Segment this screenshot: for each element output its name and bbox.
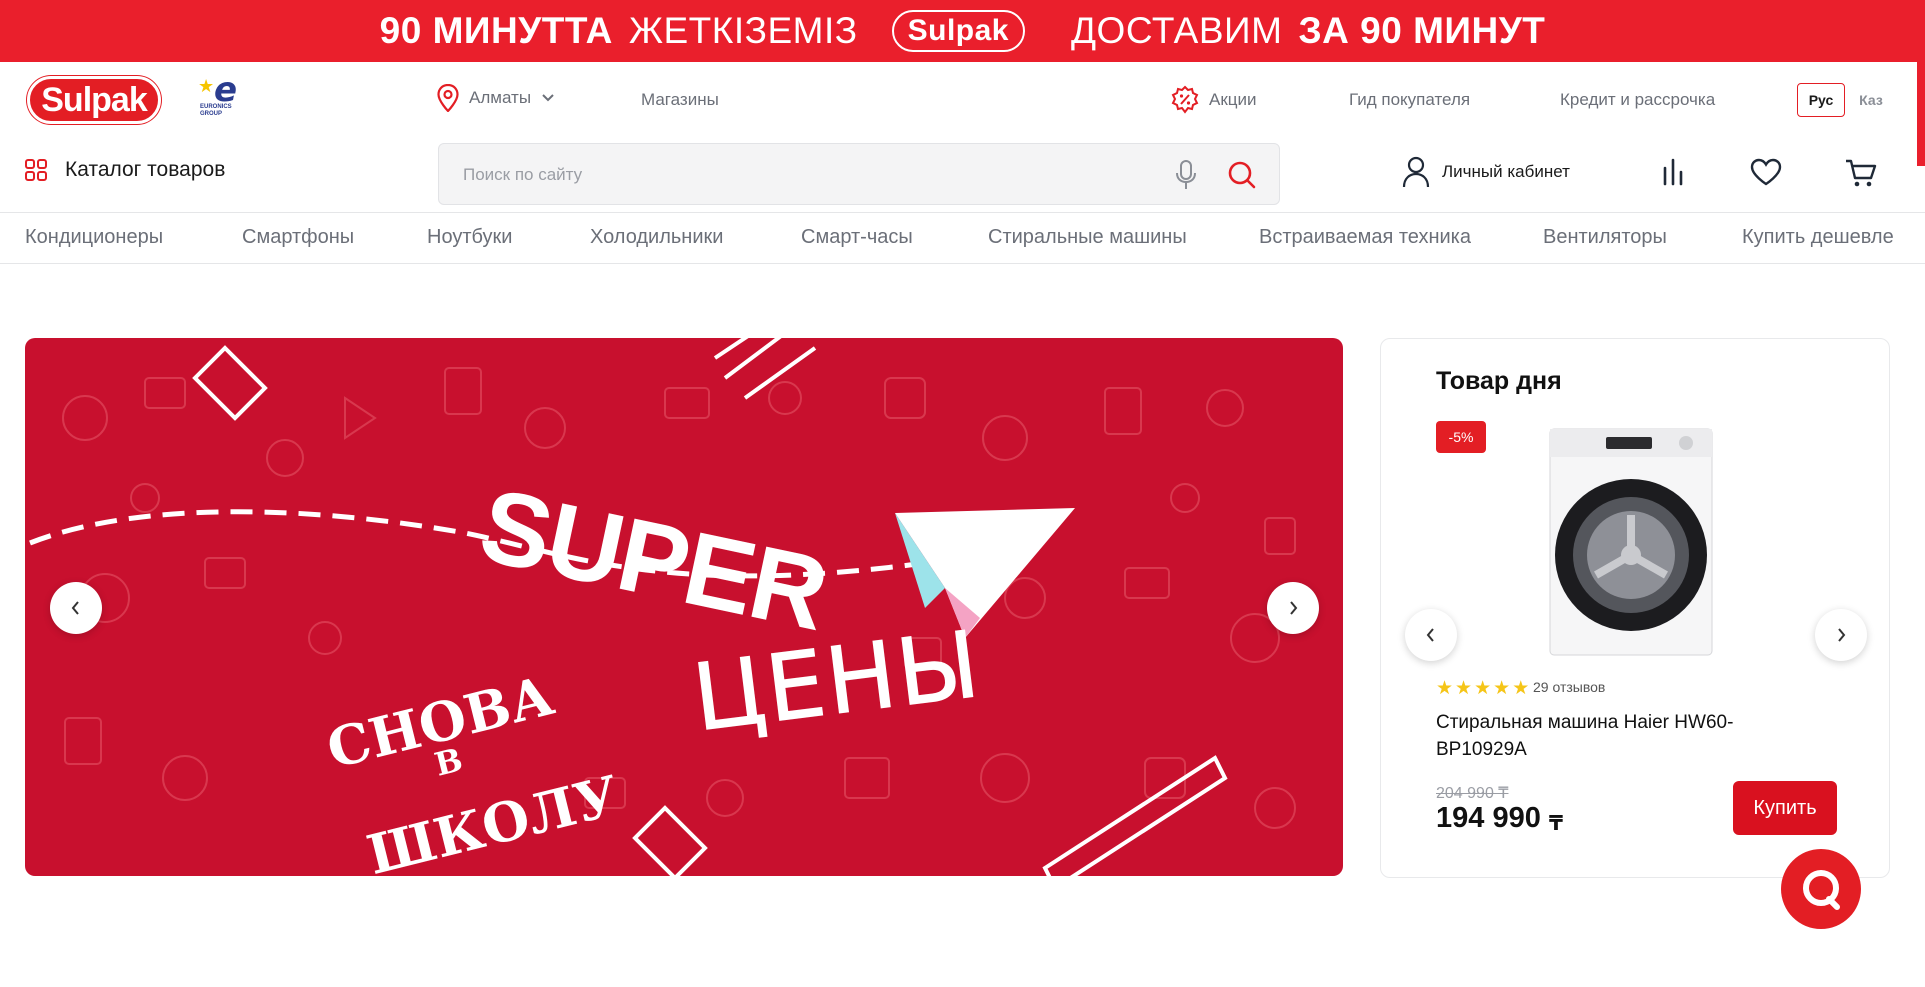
hero-next-button[interactable] — [1267, 582, 1319, 634]
promo-text-1: 90 МИНУТТА — [379, 10, 613, 51]
category-nav: Кондиционеры Смартфоны Ноутбуки Холодиль… — [0, 212, 1925, 264]
catalog-button[interactable]: Каталог товаров — [25, 158, 225, 182]
buyer-guide-link[interactable]: Гид покупателя — [1349, 90, 1470, 110]
heart-icon[interactable] — [1750, 158, 1782, 186]
category-link[interactable]: Холодильники — [590, 226, 723, 249]
sulpak-logo[interactable]: Sulpak — [27, 76, 161, 124]
current-price: 194 990 — [1436, 802, 1541, 834]
chevron-down-icon — [542, 94, 554, 102]
compare-icon[interactable] — [1660, 158, 1686, 186]
search-bar — [438, 143, 1280, 205]
user-icon — [1402, 156, 1430, 188]
reviews-link[interactable]: 29 отзывов — [1533, 679, 1605, 695]
euronics-label: EURONICS GROUP — [200, 104, 232, 117]
lang-kz-button[interactable]: Каз — [1853, 83, 1889, 117]
grid-icon — [25, 159, 47, 181]
chevron-left-icon — [71, 601, 79, 615]
currency-symbol: ₸ — [1549, 813, 1563, 835]
deal-title: Товар дня — [1436, 367, 1562, 395]
city-label: Алматы — [469, 88, 532, 107]
euronics-logo[interactable]: ★ e EURONICS GROUP — [196, 70, 246, 120]
deal-next-button[interactable] — [1815, 609, 1867, 661]
page-scrollbar[interactable] — [1917, 62, 1925, 166]
promo-text-2: ЖЕТКІЗЕМІЗ — [628, 10, 858, 51]
discount-badge: -5% — [1436, 421, 1486, 453]
stars-icon: ★ — [198, 76, 215, 96]
stores-link[interactable]: Магазины — [641, 90, 719, 110]
microphone-icon[interactable] — [1174, 159, 1198, 191]
category-link[interactable]: Ноутбуки — [427, 226, 512, 249]
chevron-right-icon — [1838, 628, 1846, 642]
star-icon: ★ — [1455, 678, 1473, 699]
chat-bubble-icon — [1803, 870, 1840, 910]
category-link[interactable]: Вентиляторы — [1543, 226, 1667, 249]
old-price: 204 990 ₸ — [1436, 785, 1509, 802]
hero-prev-button[interactable] — [50, 582, 102, 634]
lang-ru-button[interactable]: Рус — [1797, 83, 1845, 117]
chevron-right-icon — [1290, 601, 1298, 615]
category-link[interactable]: Смартфоны — [242, 226, 354, 249]
promo-text-4: ЗА 90 МИНУТ — [1298, 10, 1546, 51]
promo-banner[interactable]: 90 МИНУТТА ЖЕТКІЗЕМІЗ Sulpak ДОСТАВИМ ЗА… — [0, 0, 1925, 62]
search-icon[interactable] — [1226, 159, 1258, 191]
promotions-link[interactable]: Акции — [1209, 90, 1257, 110]
hero-banner[interactable]: SUPER ЦЕНЫ СНОВА В ШКОЛУ — [25, 338, 1343, 876]
cart-icon[interactable] — [1845, 158, 1877, 188]
washing-machine-image[interactable] — [1546, 427, 1716, 659]
chat-widget-button[interactable] — [1781, 849, 1861, 929]
buy-button[interactable]: Купить — [1733, 781, 1837, 835]
account-label: Личный кабинет — [1442, 162, 1570, 181]
category-link[interactable]: Кондиционеры — [25, 226, 163, 249]
star-icon: ★ — [1436, 678, 1454, 699]
location-pin-icon — [437, 84, 459, 112]
deal-of-day-card: Товар дня -5% ★ ★ ★ ★ ★ 29 отзывов Стира… — [1380, 338, 1890, 878]
product-name[interactable]: Стиральная машина Haier HW60-BP10929A — [1436, 709, 1766, 763]
category-link[interactable]: Купить дешевле — [1742, 226, 1894, 249]
star-icon: ★ — [1474, 678, 1492, 699]
discount-badge-icon — [1171, 85, 1199, 114]
star-icon: ★ — [1493, 678, 1511, 699]
account-link[interactable]: Личный кабинет — [1402, 156, 1570, 188]
search-input[interactable] — [463, 162, 1143, 188]
promo-text-3: ДОСТАВИМ — [1070, 10, 1283, 51]
credit-link[interactable]: Кредит и рассрочка — [1560, 90, 1715, 110]
chevron-left-icon — [1426, 628, 1434, 642]
category-link[interactable]: Стиральные машины — [988, 226, 1187, 249]
category-link[interactable]: Встраиваемая техника — [1259, 226, 1471, 249]
rating-stars: ★ ★ ★ ★ ★ — [1436, 677, 1529, 700]
category-link[interactable]: Смарт-часы — [801, 226, 913, 249]
catalog-label: Каталог товаров — [65, 158, 226, 181]
star-icon: ★ — [1512, 678, 1530, 699]
city-selector[interactable]: Алматы — [437, 84, 555, 112]
promo-logo: Sulpak — [891, 10, 1025, 52]
deal-prev-button[interactable] — [1405, 609, 1457, 661]
